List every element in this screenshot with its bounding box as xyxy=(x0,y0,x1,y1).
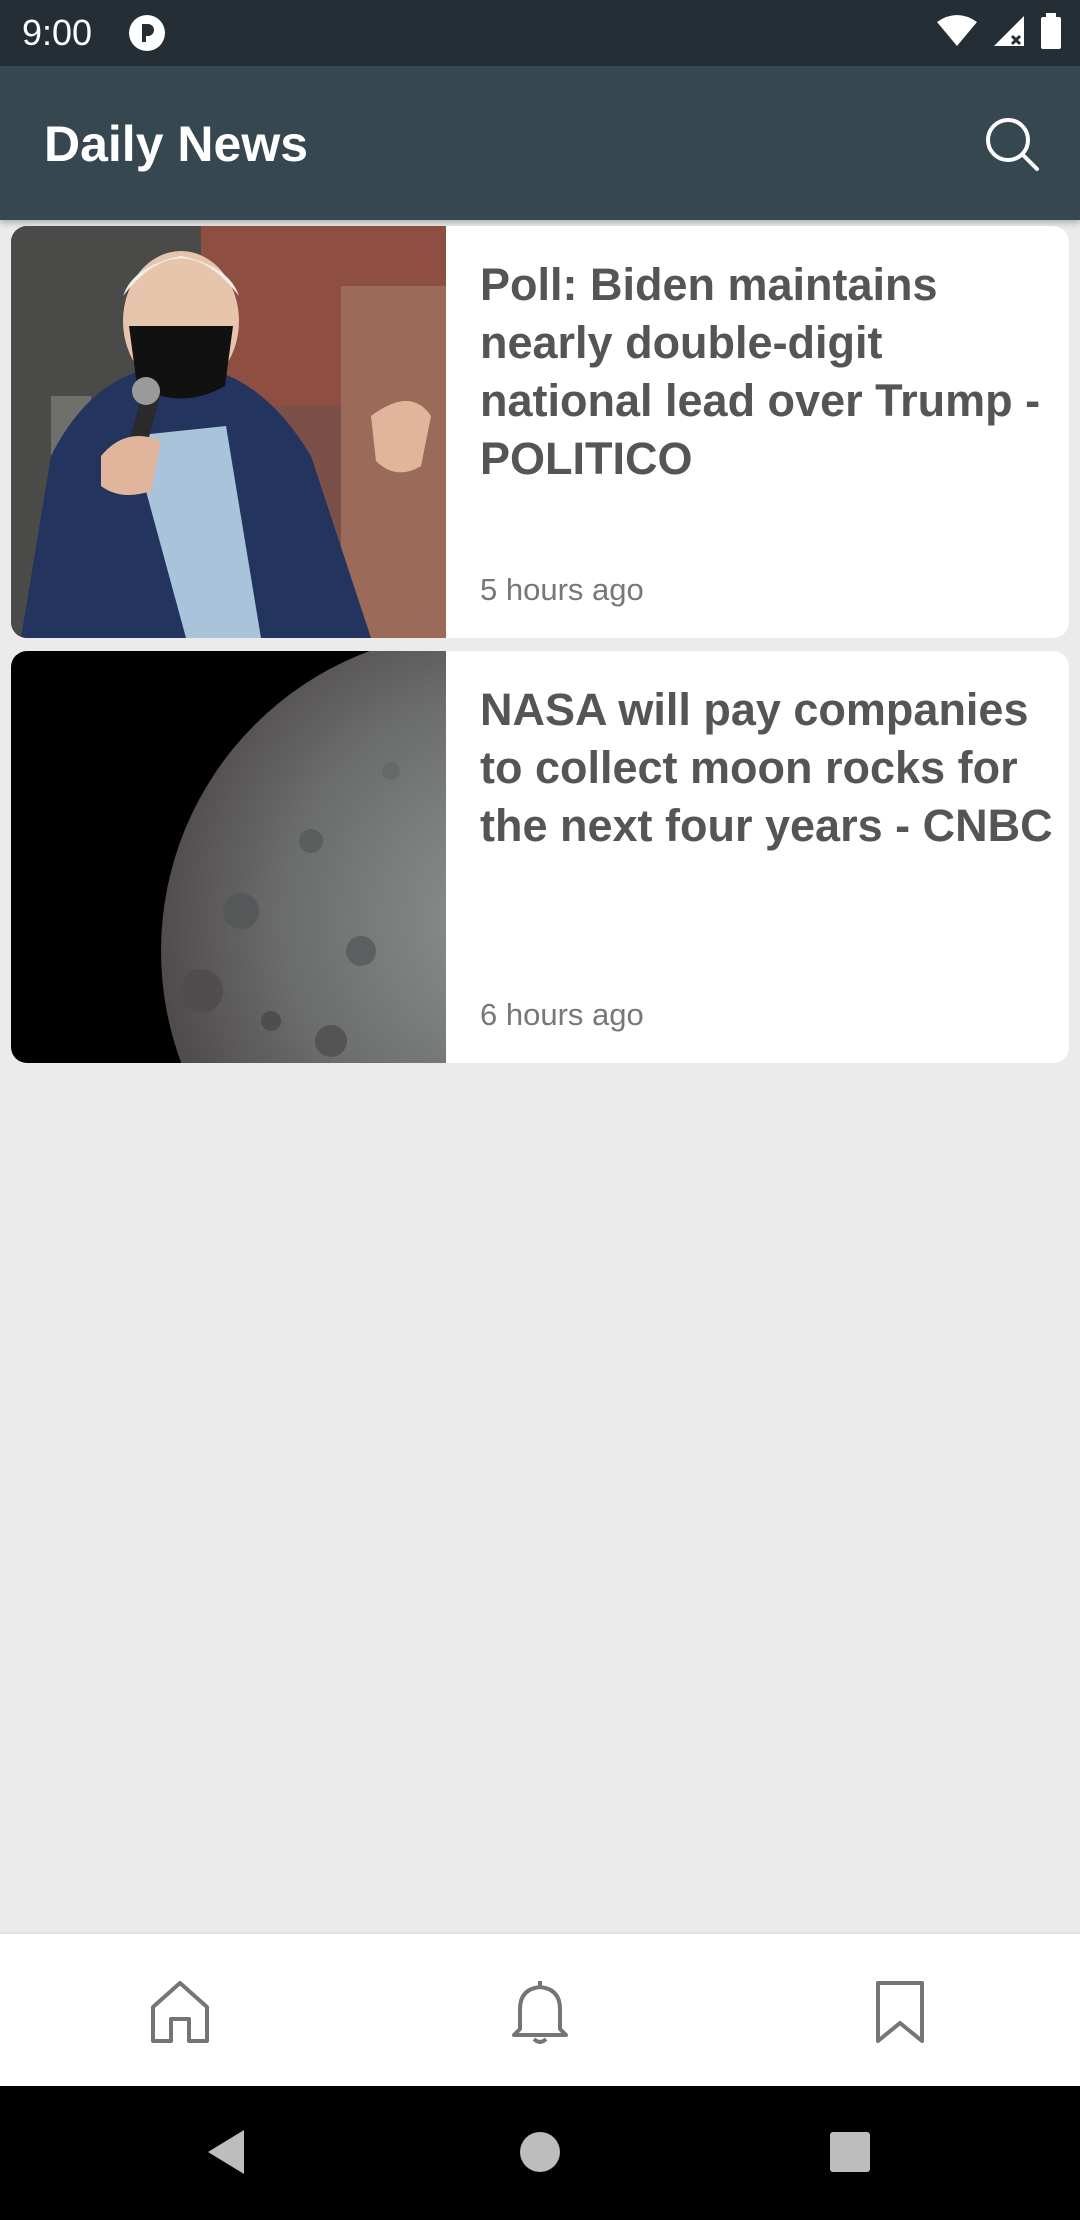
system-back-button[interactable] xyxy=(196,2122,256,2182)
signal-icon xyxy=(992,14,1026,53)
article-thumbnail xyxy=(11,226,446,638)
app-bar: Daily News xyxy=(0,66,1080,220)
app-notification-icon xyxy=(128,14,166,52)
article-thumbnail xyxy=(11,651,446,1063)
system-recents-button[interactable] xyxy=(820,2122,880,2182)
home-icon xyxy=(151,1981,209,2043)
home-circle-icon xyxy=(520,2132,560,2172)
nav-home-button[interactable] xyxy=(140,1972,220,2052)
news-card[interactable]: NASA will pay companies to collect moon … xyxy=(11,651,1069,1063)
battery-icon xyxy=(1040,12,1062,54)
article-timestamp: 6 hours ago xyxy=(480,997,644,1032)
bookmark-icon xyxy=(876,1981,924,2043)
wifi-icon xyxy=(936,14,978,53)
status-time: 9:00 xyxy=(22,12,93,53)
article-headline: Poll: Biden maintains nearly double-digi… xyxy=(480,259,1041,484)
system-navigation-bar xyxy=(0,2086,1080,2220)
article-timestamp: 5 hours ago xyxy=(480,572,644,607)
news-card[interactable]: Poll: Biden maintains nearly double-digi… xyxy=(11,226,1069,638)
back-icon xyxy=(208,2130,244,2174)
bottom-navigation xyxy=(0,1934,1080,2086)
news-list: Poll: Biden maintains nearly double-digi… xyxy=(11,226,1069,1076)
status-bar: 9:00 xyxy=(0,0,1080,66)
article-headline: NASA will pay companies to collect moon … xyxy=(480,684,1053,851)
recents-icon xyxy=(830,2132,870,2172)
app-title: Daily News xyxy=(44,116,309,172)
nav-bookmarks-button[interactable] xyxy=(860,1972,940,2052)
search-icon xyxy=(986,118,1039,171)
nav-notifications-button[interactable] xyxy=(500,1972,580,2052)
bell-icon xyxy=(512,1981,568,2044)
system-home-button[interactable] xyxy=(510,2122,570,2182)
search-button[interactable] xyxy=(978,110,1046,178)
